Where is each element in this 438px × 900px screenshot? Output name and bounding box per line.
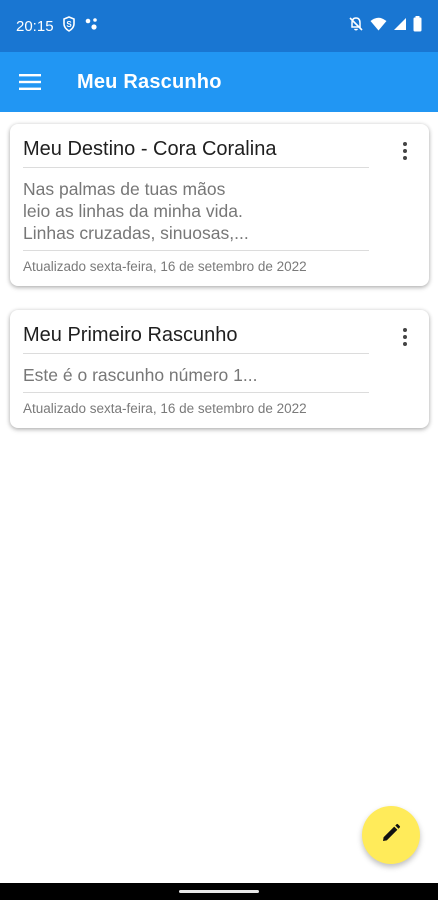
page-title: Meu Rascunho <box>77 70 222 93</box>
draft-preview: Este é o rascunho número 1... <box>23 354 369 393</box>
app-bar: Meu Rascunho <box>0 52 438 112</box>
s-badge-icon: S <box>62 16 76 36</box>
system-nav-bar <box>0 883 438 900</box>
more-options-icon[interactable] <box>395 324 415 350</box>
svg-text:S: S <box>66 20 72 29</box>
bell-off-icon <box>348 16 364 36</box>
draft-preview: Nas palmas de tuas mãos leio as linhas d… <box>23 168 369 251</box>
battery-icon <box>413 16 422 36</box>
draft-title: Meu Destino - Cora Coralina <box>23 138 369 168</box>
home-gesture-handle[interactable] <box>179 890 259 893</box>
status-time: 20:15 <box>16 17 54 35</box>
assistant-dots-icon <box>84 17 100 35</box>
pencil-icon <box>381 823 401 848</box>
signal-icon <box>393 17 407 35</box>
draft-updated-date: Atualizado sexta-feira, 16 de setembro d… <box>23 401 307 416</box>
draft-card[interactable]: Meu Destino - Cora Coralina Nas palmas d… <box>10 124 429 286</box>
draft-title: Meu Primeiro Rascunho <box>23 324 369 354</box>
wifi-icon <box>370 17 387 35</box>
draft-card[interactable]: Meu Primeiro Rascunho Este é o rascunho … <box>10 310 429 428</box>
hamburger-menu-icon[interactable] <box>0 52 60 112</box>
drafts-list: Meu Destino - Cora Coralina Nas palmas d… <box>10 124 429 452</box>
new-draft-button[interactable] <box>362 806 420 864</box>
status-bar: 20:15 S <box>0 0 438 52</box>
more-options-icon[interactable] <box>395 138 415 164</box>
draft-updated-date: Atualizado sexta-feira, 16 de setembro d… <box>23 259 307 274</box>
